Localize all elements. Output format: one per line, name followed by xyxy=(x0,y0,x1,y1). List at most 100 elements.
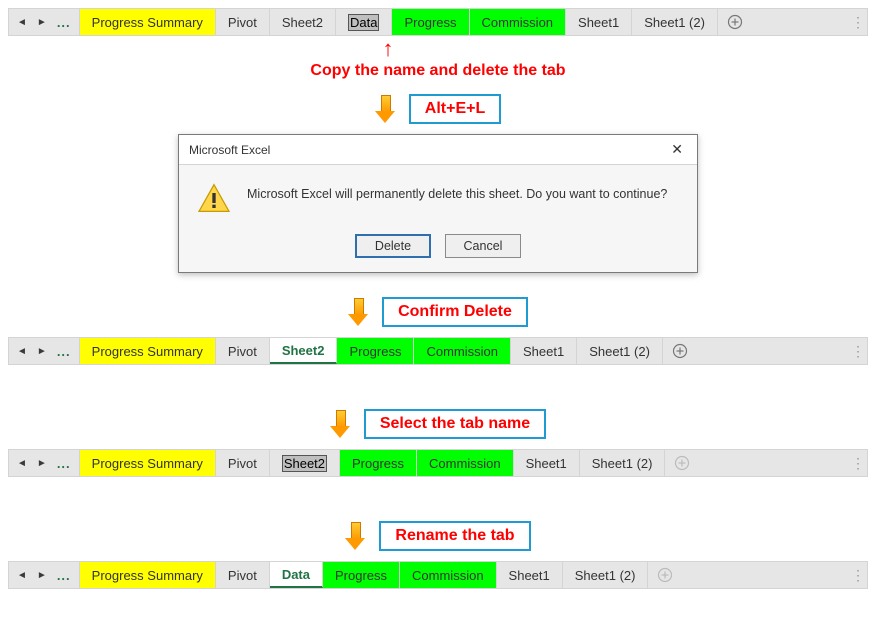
sheet-tab[interactable]: Progress Summary xyxy=(79,450,216,476)
tab-bar-menu-icon[interactable]: ⋮ xyxy=(849,338,867,364)
sheet-tab-label: Sheet2 xyxy=(282,15,323,30)
sheet-tab[interactable]: Pivot xyxy=(216,450,270,476)
dialog-cancel-button[interactable]: Cancel xyxy=(445,234,521,258)
sheet-tab-label: Pivot xyxy=(228,15,257,30)
sheet-tab[interactable]: Pivot xyxy=(216,9,270,35)
sheet-tab-label: Pivot xyxy=(228,344,257,359)
sheet-tab-label: Progress Summary xyxy=(92,344,203,359)
tab-nav: ◄ ► ... xyxy=(9,338,79,364)
sheet-tab[interactable]: Sheet1 xyxy=(497,562,563,588)
tab-nav: ◄ ► ... xyxy=(9,450,79,476)
step-label-select-tab: Select the tab name xyxy=(364,409,546,439)
sheet-tab[interactable]: Sheet1 xyxy=(511,338,577,364)
sheet-tab-label: Progress Summary xyxy=(92,456,203,471)
new-sheet-button[interactable] xyxy=(648,562,682,588)
caption-copy-delete: Copy the name and delete the tab xyxy=(8,62,868,80)
sheet-tab-label: Progress xyxy=(404,15,456,30)
sheet-tab-label: Sheet2 xyxy=(282,343,325,358)
sheet-tab-label: Progress xyxy=(349,344,401,359)
sheet-tab[interactable]: Sheet1 (2) xyxy=(580,450,666,476)
sheet-tab-label: Sheet1 (2) xyxy=(644,15,705,30)
dialog-delete-button[interactable]: Delete xyxy=(355,234,431,258)
sheet-tab-label: Pivot xyxy=(228,568,257,583)
tab-prev-icon[interactable]: ◄ xyxy=(17,346,27,357)
tab-prev-icon[interactable]: ◄ xyxy=(17,458,27,469)
sheet-tab[interactable]: Progress xyxy=(340,450,417,476)
arrow-down-icon xyxy=(375,95,395,123)
step-select-tab-name: Select the tab name xyxy=(8,409,868,439)
delete-sheet-dialog: Microsoft Excel ✕ Microsoft Excel will p… xyxy=(178,134,698,273)
dialog-title: Microsoft Excel xyxy=(189,143,270,157)
sheet-tab[interactable]: Pivot xyxy=(216,562,270,588)
sheet-tab-bar-1: ◄ ► ... Progress Summary Pivot Sheet2 Data P… xyxy=(8,8,868,36)
sheet-tab[interactable]: Commission xyxy=(400,562,497,588)
tab-prev-icon[interactable]: ◄ xyxy=(17,17,27,28)
sheet-tab-label: Commission xyxy=(482,15,554,30)
sheet-tab[interactable]: Sheet1 (2) xyxy=(632,9,718,35)
sheet-tab[interactable]: Progress xyxy=(392,9,469,35)
sheet-tab[interactable]: Sheet2 xyxy=(270,338,338,364)
tab-overflow-icon[interactable]: ... xyxy=(57,456,71,471)
sheet-tab[interactable]: Sheet2 xyxy=(270,9,336,35)
sheet-tab-label: Progress xyxy=(352,456,404,471)
sheet-tab[interactable]: Progress xyxy=(337,338,414,364)
sheet-tab-label: Sheet1 (2) xyxy=(575,568,636,583)
sheet-tab[interactable]: Commission xyxy=(417,450,514,476)
sheet-tab-label: Data xyxy=(282,567,310,582)
new-sheet-button[interactable] xyxy=(663,338,697,364)
dialog-close-button[interactable]: ✕ xyxy=(665,141,689,158)
sheet-tab-label: Data xyxy=(348,14,379,31)
step-rename-tab: Rename the tab xyxy=(8,521,868,551)
tab-bar-menu-icon[interactable]: ⋮ xyxy=(849,9,867,35)
pointer-up-icon: ↑ xyxy=(368,36,408,62)
sheet-tab-label: Sheet1 (2) xyxy=(592,456,653,471)
new-sheet-button[interactable] xyxy=(718,9,752,35)
sheet-tab[interactable]: Sheet1 (2) xyxy=(577,338,663,364)
sheet-tab[interactable]: Commission xyxy=(470,9,567,35)
tab-prev-icon[interactable]: ◄ xyxy=(17,570,27,581)
step-confirm-delete: Confirm Delete xyxy=(8,297,868,327)
sheet-tab-label: Commission xyxy=(429,456,501,471)
tab-next-icon[interactable]: ► xyxy=(37,570,47,581)
tab-nav: ◄ ► ... xyxy=(9,9,79,35)
sheet-tab-label: Sheet1 xyxy=(578,15,619,30)
sheet-tab[interactable]: Pivot xyxy=(216,338,270,364)
sheet-tab-label: Sheet1 xyxy=(509,568,550,583)
tab-bar-menu-icon[interactable]: ⋮ xyxy=(849,450,867,476)
sheet-tab-label: Sheet2 xyxy=(282,455,327,472)
sheet-tab[interactable]: Sheet1 xyxy=(566,9,632,35)
sheet-tab[interactable]: Commission xyxy=(414,338,511,364)
sheet-tab[interactable]: Sheet2 xyxy=(270,450,340,476)
sheet-tab[interactable]: Data xyxy=(336,9,392,35)
sheet-tab-label: Sheet1 (2) xyxy=(589,344,650,359)
tab-overflow-icon[interactable]: ... xyxy=(57,568,71,583)
sheet-tab[interactable]: Data xyxy=(270,562,323,588)
sheet-tab-label: Commission xyxy=(412,568,484,583)
tab-bar-menu-icon[interactable]: ⋮ xyxy=(849,562,867,588)
sheet-tab[interactable]: Sheet1 (2) xyxy=(563,562,649,588)
sheet-tab[interactable]: Progress Summary xyxy=(79,9,216,35)
tab-next-icon[interactable]: ► xyxy=(37,346,47,357)
sheet-tab-bar-2: ◄ ► ... Progress Summary Pivot Sheet2 Progr… xyxy=(8,337,868,365)
tab-overflow-icon[interactable]: ... xyxy=(57,344,71,359)
sheet-tab-label: Sheet1 xyxy=(523,344,564,359)
sheet-tab-label: Sheet1 xyxy=(526,456,567,471)
sheet-tab-bar-3: ◄ ► ... Progress Summary Pivot Sheet2 Progr… xyxy=(8,449,868,477)
sheet-tab-label: Pivot xyxy=(228,456,257,471)
sheet-tab[interactable]: Progress Summary xyxy=(79,338,216,364)
tab-overflow-icon[interactable]: ... xyxy=(57,15,71,30)
sheet-tab-label: Progress xyxy=(335,568,387,583)
new-sheet-button[interactable] xyxy=(665,450,699,476)
sheet-tab-label: Progress Summary xyxy=(92,15,203,30)
tab-next-icon[interactable]: ► xyxy=(37,458,47,469)
warning-icon xyxy=(197,183,231,216)
sheet-tab[interactable]: Progress xyxy=(323,562,400,588)
step-label-alt-e-l: Alt+E+L xyxy=(409,94,501,124)
dialog-message: Microsoft Excel will permanently delete … xyxy=(247,183,667,201)
step-label-confirm-delete: Confirm Delete xyxy=(382,297,528,327)
sheet-tab[interactable]: Sheet1 xyxy=(514,450,580,476)
arrow-down-icon xyxy=(345,522,365,550)
sheet-tab[interactable]: Progress Summary xyxy=(79,562,216,588)
tab-next-icon[interactable]: ► xyxy=(37,17,47,28)
sheet-tab-label: Commission xyxy=(426,344,498,359)
